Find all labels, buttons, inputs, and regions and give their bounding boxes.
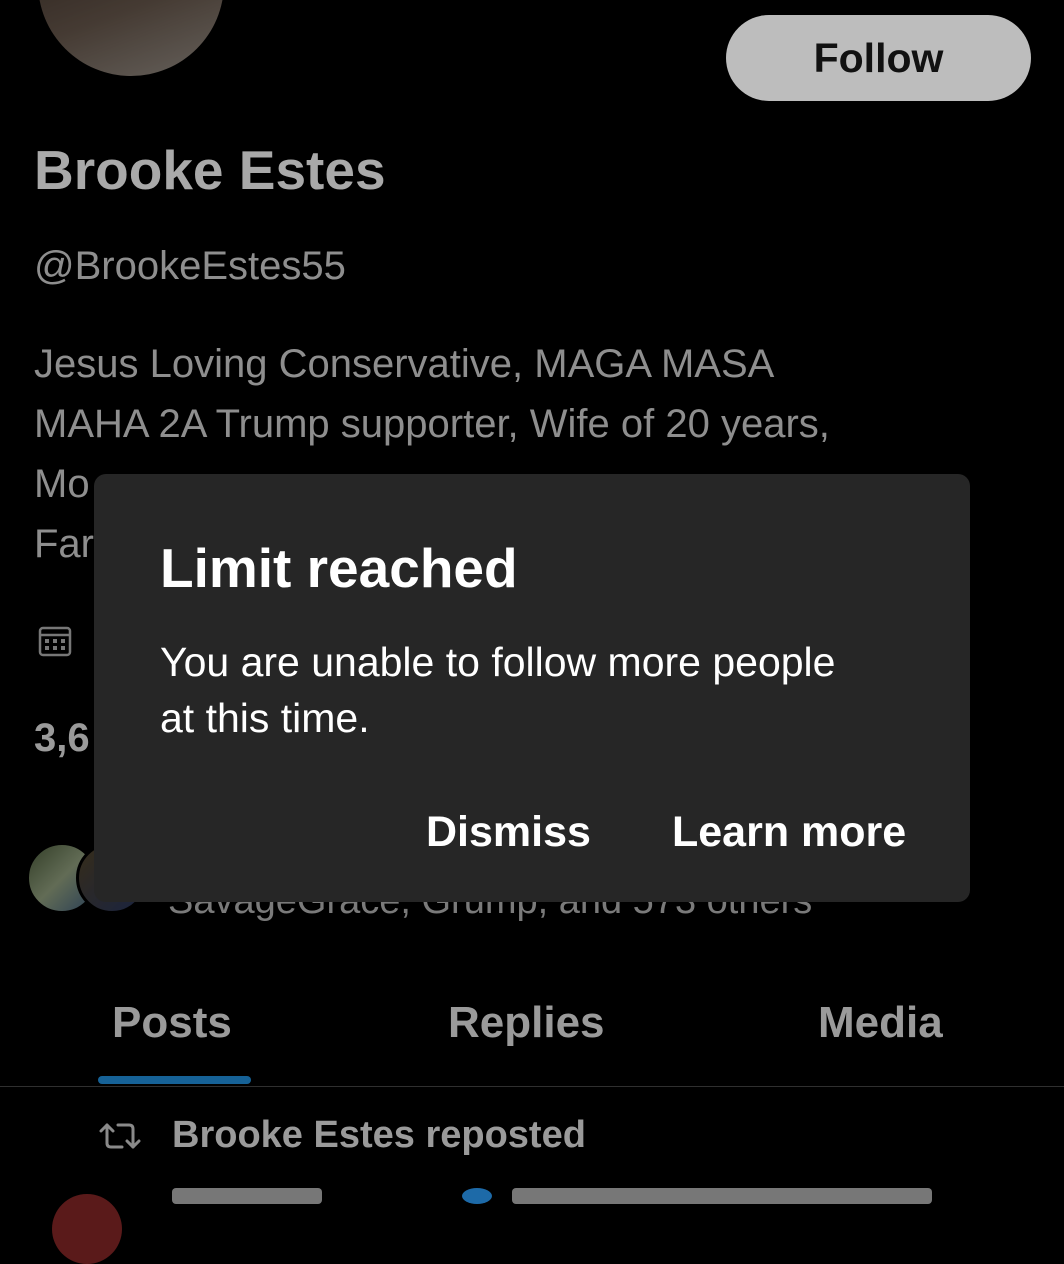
tab-posts[interactable]: Posts: [112, 998, 232, 1048]
profile-tabs: Posts Replies Media: [0, 998, 1064, 1088]
divider: [0, 1086, 1064, 1087]
following-count[interactable]: 3,6: [34, 716, 90, 761]
profile-handle: @BrookeEstes55: [34, 244, 346, 288]
bio-line: Jesus Loving Conservative, MAGA MASA: [34, 342, 775, 386]
learn-more-button[interactable]: Learn more: [672, 808, 906, 857]
profile-avatar[interactable]: [38, 0, 224, 76]
dismiss-button[interactable]: Dismiss: [426, 808, 591, 857]
repost-label: Brooke Estes reposted: [172, 1114, 586, 1156]
calendar-icon: [38, 626, 72, 657]
repost-header: Brooke Estes reposted: [98, 1114, 586, 1157]
active-tab-indicator: [98, 1076, 251, 1084]
post-author-name: [172, 1188, 322, 1204]
bio-line: MAHA 2A Trump supporter, Wife of 20 year…: [34, 402, 830, 446]
next-post-peek: [52, 1186, 1032, 1264]
follow-button[interactable]: Follow: [726, 15, 1031, 101]
tab-media[interactable]: Media: [818, 998, 943, 1048]
tab-replies[interactable]: Replies: [448, 998, 605, 1048]
limit-reached-dialog: Limit reached You are unable to follow m…: [94, 474, 970, 902]
avatar: [52, 1194, 122, 1264]
dialog-message: You are unable to follow more people at …: [160, 639, 836, 741]
post-author-handle: [512, 1188, 932, 1204]
repost-icon: [99, 1123, 141, 1148]
dialog-title: Limit reached: [160, 537, 518, 599]
profile-name: Brooke Estes: [34, 139, 386, 201]
verified-badge-icon: [462, 1188, 492, 1204]
